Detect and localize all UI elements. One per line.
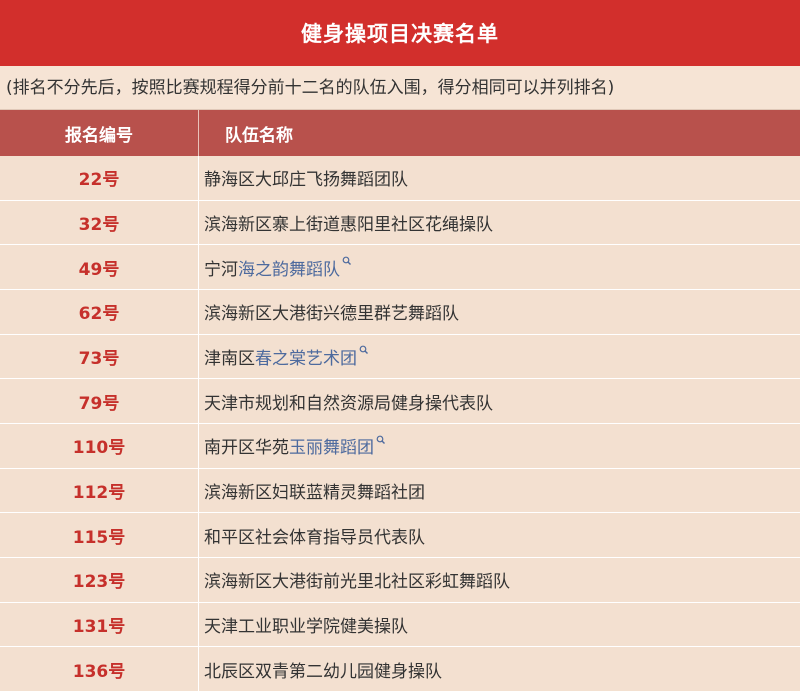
column-header-number: 报名编号 bbox=[0, 110, 199, 156]
team-name: 津南区 春之棠艺术团 bbox=[199, 335, 800, 379]
registration-number: 62号 bbox=[0, 289, 199, 334]
table-row: 112号 滨海新区妇联蓝精灵舞蹈社团 bbox=[0, 468, 800, 514]
table-row: 110号 南开区华苑 玉丽舞蹈团 bbox=[0, 423, 800, 469]
registration-number: 115号 bbox=[0, 513, 199, 557]
table-row: 123号 滨海新区大港街前光里北社区彩虹舞蹈队 bbox=[0, 557, 800, 603]
team-name: 滨海新区寨上街道惠阳里社区花绳操队 bbox=[199, 201, 800, 245]
team-name: 滨海新区大港街前光里北社区彩虹舞蹈队 bbox=[199, 558, 800, 602]
team-name: 静海区大邱庄飞扬舞蹈团队 bbox=[199, 156, 800, 200]
table-row: 32号 滨海新区寨上街道惠阳里社区花绳操队 bbox=[0, 200, 800, 246]
team-name-text: 滨海新区妇联蓝精灵舞蹈社团 bbox=[204, 482, 425, 503]
team-name-text: 南开区华苑 bbox=[204, 438, 289, 459]
team-search-link[interactable]: 春之棠艺术团 bbox=[255, 344, 357, 369]
search-icon[interactable] bbox=[376, 435, 386, 447]
table-row: 115号 和平区社会体育指导员代表队 bbox=[0, 513, 800, 558]
registration-number: 131号 bbox=[0, 602, 199, 647]
ranking-note: (排名不分先后，按照比赛规程得分前十二名的队伍入围，得分相同可以并列排名) bbox=[0, 66, 800, 110]
team-name-text: 北辰区双青第二幼儿园健身操队 bbox=[204, 661, 442, 682]
team-name: 天津市规划和自然资源局健身操代表队 bbox=[199, 379, 800, 423]
table-row: 131号 天津工业职业学院健美操队 bbox=[0, 602, 800, 648]
registration-number: 79号 bbox=[0, 379, 199, 423]
team-name: 宁河 海之韵舞蹈队 bbox=[199, 245, 800, 289]
registration-number: 73号 bbox=[0, 334, 199, 379]
page-title: 健身操项目决赛名单 bbox=[0, 0, 800, 66]
team-name-text: 津南区 bbox=[204, 348, 255, 369]
registration-number: 110号 bbox=[0, 423, 199, 468]
table-row: 79号 天津市规划和自然资源局健身操代表队 bbox=[0, 379, 800, 424]
team-name-text: 天津工业职业学院健美操队 bbox=[204, 616, 408, 637]
team-name: 滨海新区妇联蓝精灵舞蹈社团 bbox=[199, 469, 800, 513]
column-header-team: 队伍名称 bbox=[225, 125, 293, 146]
team-name: 和平区社会体育指导员代表队 bbox=[199, 513, 800, 557]
registration-number: 32号 bbox=[0, 200, 199, 245]
registration-number: 123号 bbox=[0, 557, 199, 602]
table-row: 62号 滨海新区大港街兴德里群艺舞蹈队 bbox=[0, 289, 800, 335]
team-name: 滨海新区大港街兴德里群艺舞蹈队 bbox=[199, 290, 800, 334]
team-name-text: 滨海新区寨上街道惠阳里社区花绳操队 bbox=[204, 214, 493, 235]
team-name: 天津工业职业学院健美操队 bbox=[199, 603, 800, 647]
team-name-text: 滨海新区大港街前光里北社区彩虹舞蹈队 bbox=[204, 572, 510, 593]
team-name-text: 和平区社会体育指导员代表队 bbox=[204, 527, 425, 548]
team-search-link[interactable]: 海之韵舞蹈队 bbox=[238, 255, 340, 280]
registration-number: 22号 bbox=[0, 156, 199, 200]
table-row: 49号 宁河 海之韵舞蹈队 bbox=[0, 245, 800, 290]
registration-number: 112号 bbox=[0, 468, 199, 513]
team-name-text: 天津市规划和自然资源局健身操代表队 bbox=[204, 393, 493, 414]
team-search-link[interactable]: 玉丽舞蹈团 bbox=[289, 433, 374, 458]
registration-number: 136号 bbox=[0, 647, 199, 691]
registration-number: 49号 bbox=[0, 245, 199, 289]
finalist-table: 22号 静海区大邱庄飞扬舞蹈团队 32号 滨海新区寨上街道惠阳里社区花绳操队 49号 宁河… bbox=[0, 156, 800, 692]
team-name-text: 滨海新区大港街兴德里群艺舞蹈队 bbox=[204, 304, 459, 325]
table-header: 报名编号 队伍名称 bbox=[0, 110, 800, 156]
search-icon[interactable] bbox=[342, 256, 352, 268]
table-row: 73号 津南区 春之棠艺术团 bbox=[0, 334, 800, 380]
search-icon[interactable] bbox=[359, 345, 369, 357]
team-name-text: 宁河 bbox=[204, 259, 238, 280]
table-row: 136号 北辰区双青第二幼儿园健身操队 bbox=[0, 647, 800, 692]
team-name: 北辰区双青第二幼儿园健身操队 bbox=[199, 647, 800, 691]
team-name-text: 静海区大邱庄飞扬舞蹈团队 bbox=[204, 170, 408, 191]
table-row: 22号 静海区大邱庄飞扬舞蹈团队 bbox=[0, 156, 800, 201]
team-name: 南开区华苑 玉丽舞蹈团 bbox=[199, 424, 800, 468]
